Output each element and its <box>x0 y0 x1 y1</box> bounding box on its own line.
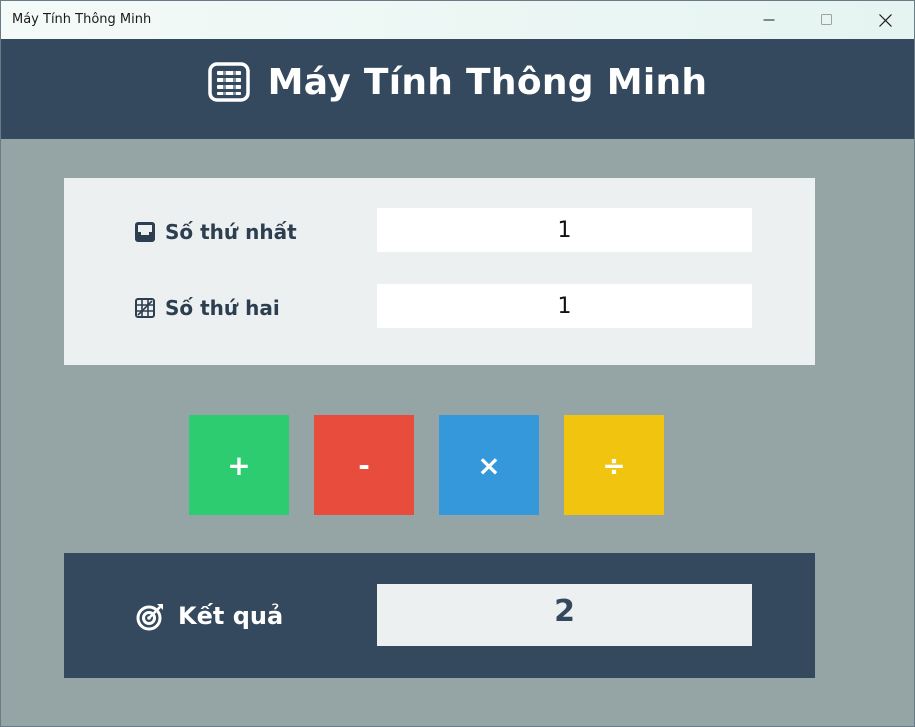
result-label-group: Kết quả <box>136 601 283 631</box>
second-number-row: Số thứ hai <box>64 284 815 328</box>
result-label: Kết quả <box>178 602 284 630</box>
app-header: Máy Tính Thông Minh <box>1 39 914 139</box>
first-number-label-group: Số thứ nhất <box>134 220 297 244</box>
first-number-row: Số thứ nhất <box>64 208 815 252</box>
maximize-icon <box>821 14 832 25</box>
second-number-label-group: Số thứ hai <box>134 296 280 320</box>
grid-icon <box>135 298 155 318</box>
page-title: Máy Tính Thông Minh <box>267 61 708 103</box>
abacus-icon <box>207 62 250 102</box>
minimize-icon <box>763 19 775 21</box>
app-window: Máy Tính Thông Minh Máy Tính Thông Minh … <box>0 0 915 727</box>
title-bar[interactable]: Máy Tính Thông Minh <box>1 1 914 39</box>
input-panel: Số thứ nhất Số thứ hai <box>64 178 815 365</box>
second-number-input[interactable] <box>377 284 752 328</box>
subtract-button[interactable]: - <box>314 415 414 515</box>
window-title: Máy Tính Thông Minh <box>12 12 152 27</box>
multiply-button[interactable]: × <box>439 415 539 515</box>
maximize-button[interactable] <box>798 1 856 39</box>
target-icon <box>136 604 163 631</box>
first-number-input[interactable] <box>377 208 752 252</box>
result-panel: Kết quả 2 <box>64 553 815 678</box>
add-button[interactable]: + <box>189 415 289 515</box>
minimize-button[interactable] <box>740 1 798 39</box>
result-value: 2 <box>377 584 752 646</box>
first-number-label: Số thứ nhất <box>165 220 297 244</box>
divide-button[interactable]: ÷ <box>564 415 664 515</box>
second-number-label: Số thứ hai <box>165 296 280 320</box>
close-button[interactable] <box>856 1 914 39</box>
inbox-icon <box>135 222 155 242</box>
close-icon <box>878 13 892 27</box>
